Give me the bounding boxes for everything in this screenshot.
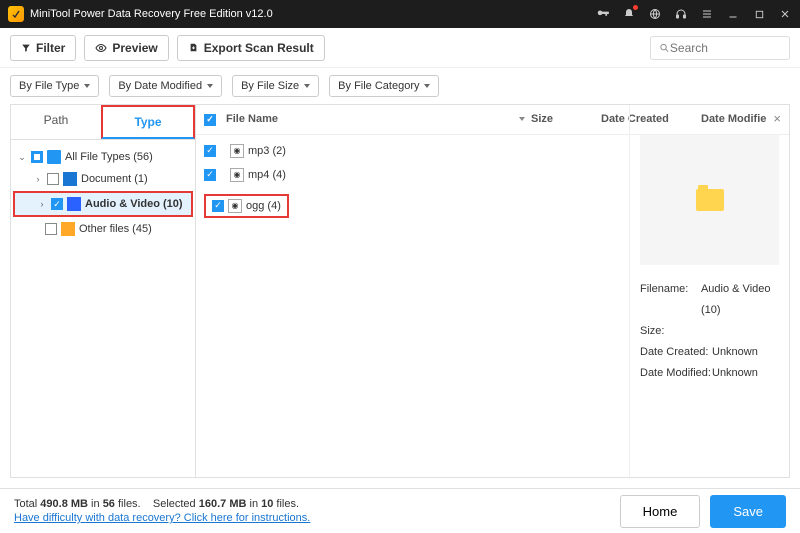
file-name: mp4 (4) [248,169,286,181]
key-icon[interactable] [596,7,610,21]
tree-all-file-types[interactable]: ⌄ All File Types (56) [11,146,195,168]
search-box[interactable] [650,36,790,60]
file-type-icon: ◉ [230,168,244,182]
preview-panel: Filename:Audio & Video (10) Size: Date C… [629,105,789,477]
left-panel: Path Type ⌄ All File Types (56) › Docume… [10,104,196,478]
app-logo [8,6,24,22]
toolbar: Filter Preview Export Scan Result [0,28,800,68]
checkbox[interactable]: ✓ [212,200,224,212]
menu-icon[interactable] [700,7,714,21]
by-date-modified-dropdown[interactable]: By Date Modified [109,75,222,97]
status-text: Total 490.8 MB in 56 files. Selected 160… [14,498,310,510]
tab-type[interactable]: Type [101,105,195,139]
close-icon[interactable] [778,7,792,21]
file-tree: ⌄ All File Types (56) › Document (1) › ✓… [11,140,195,477]
meta-filename-label: Filename: [640,279,701,321]
file-name: mp3 (2) [248,145,286,157]
document-icon [63,172,77,186]
filter-button[interactable]: Filter [10,35,76,61]
tree-label: Other files (45) [79,223,152,235]
main-area: Path Type ⌄ All File Types (56) › Docume… [0,104,800,488]
chevron-down-icon [304,84,310,88]
audio-video-icon [67,197,81,211]
preview-label: Preview [112,41,157,55]
filter-row: By File Type By Date Modified By File Si… [0,68,800,104]
preview-button[interactable]: Preview [84,35,168,61]
tab-path[interactable]: Path [11,105,101,139]
search-icon [659,42,670,54]
file-type-icon: ◉ [230,144,244,158]
headphones-icon[interactable] [674,7,688,21]
expand-icon[interactable]: › [37,199,47,209]
search-input[interactable] [670,41,781,55]
by-file-type-dropdown[interactable]: By File Type [10,75,99,97]
save-button[interactable]: Save [710,495,786,528]
export-icon [188,42,199,53]
home-button[interactable]: Home [620,495,701,528]
tree-document[interactable]: › Document (1) [11,168,195,190]
filter-label: Filter [36,41,65,55]
file-name: ogg (4) [246,200,281,212]
maximize-icon[interactable] [752,7,766,21]
by-file-size-dropdown[interactable]: By File Size [232,75,319,97]
export-label: Export Scan Result [204,41,314,55]
meta-dm-value: Unknown [712,363,758,384]
col-filename[interactable]: File Name [226,113,531,125]
expand-icon[interactable]: › [33,174,43,184]
col-size[interactable]: Size [531,113,601,125]
filter-icon [21,43,31,53]
chevron-down-icon [424,84,430,88]
meta-dc-label: Date Created: [640,342,712,363]
by-file-category-dropdown[interactable]: By File Category [329,75,439,97]
file-type-icon: ◉ [228,199,242,213]
minimize-icon[interactable] [726,7,740,21]
tree-label: All File Types (56) [65,151,153,163]
window-title: MiniTool Power Data Recovery Free Editio… [30,8,596,20]
help-link[interactable]: Have difficulty with data recovery? Clic… [14,512,310,524]
sort-icon [519,117,525,121]
tree-label: Document (1) [81,173,148,185]
checkbox[interactable]: ✓ [204,169,216,181]
meta-filename-value: Audio & Video (10) [701,279,779,321]
tree-other-files[interactable]: Other files (45) [11,218,195,240]
checkbox[interactable] [31,151,43,163]
eye-icon [95,42,107,54]
export-button[interactable]: Export Scan Result [177,35,325,61]
titlebar: MiniTool Power Data Recovery Free Editio… [0,0,800,28]
chevron-down-icon [84,84,90,88]
meta-dm-label: Date Modified: [640,363,712,384]
chevron-down-icon [207,84,213,88]
tree-label: Audio & Video (10) [85,198,183,210]
meta-size-label: Size: [640,321,712,342]
checkbox[interactable]: ✓ [51,198,63,210]
collapse-icon[interactable]: ⌄ [17,152,27,163]
preview-metadata: Filename:Audio & Video (10) Size: Date C… [640,279,779,383]
globe-icon[interactable] [648,7,662,21]
other-files-icon [61,222,75,236]
footer: Total 490.8 MB in 56 files. Selected 160… [0,488,800,533]
meta-dc-value: Unknown [712,342,758,363]
tree-audio-video[interactable]: › ✓ Audio & Video (10) [13,191,193,217]
nav-tabs: Path Type [11,105,195,140]
preview-thumbnail [640,135,779,265]
checkbox[interactable] [45,223,57,235]
folder-icon [696,189,724,211]
monitor-icon [47,150,61,164]
file-list-panel: × ✓ File Name Size Date Created Date Mod… [196,104,790,478]
bell-icon[interactable] [622,7,636,21]
checkbox[interactable]: ✓ [204,145,216,157]
select-all-checkbox[interactable]: ✓ [204,114,216,126]
checkbox[interactable] [47,173,59,185]
